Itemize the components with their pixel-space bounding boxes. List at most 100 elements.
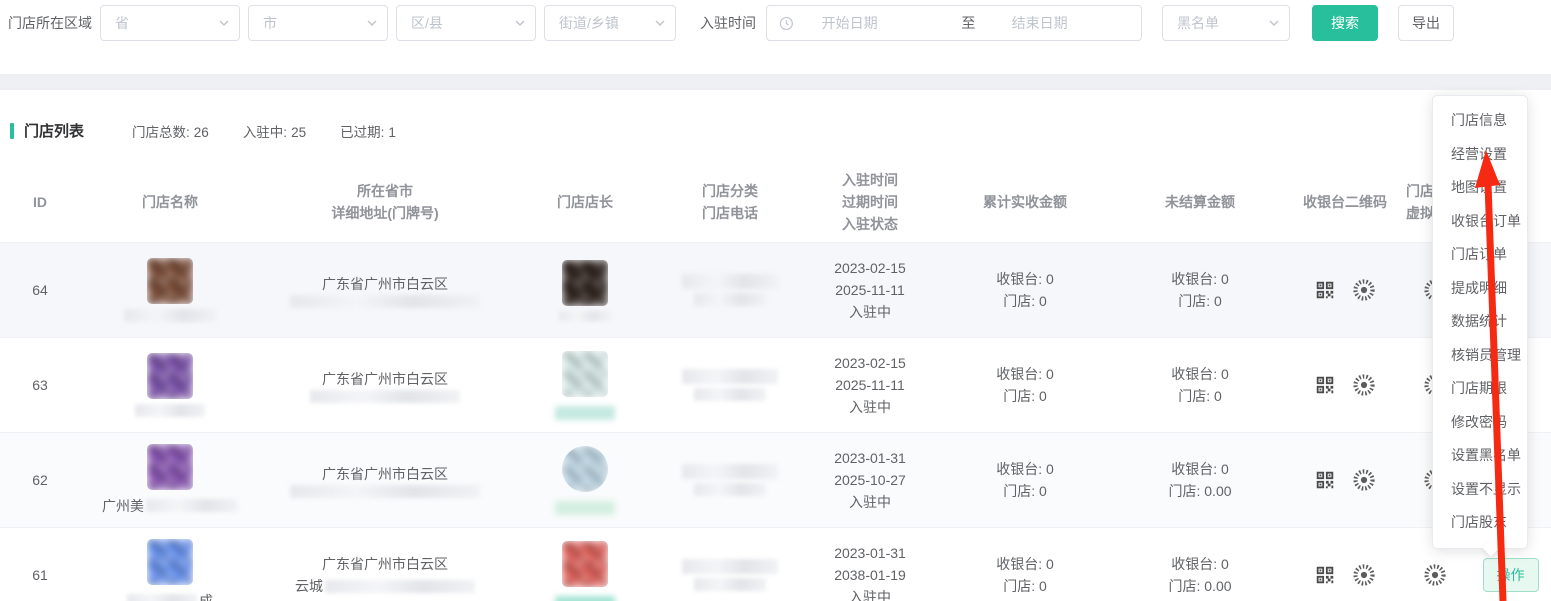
district-select[interactable]: 区/县 xyxy=(396,5,536,41)
cashier-qr-cell xyxy=(1290,468,1400,492)
qr-code-icon[interactable] xyxy=(1314,279,1336,301)
street-select[interactable]: 街道/乡镇 xyxy=(544,5,676,41)
menu-item-commission-detail[interactable]: 提成明细 xyxy=(1433,272,1527,306)
redacted-manager-name xyxy=(555,596,615,601)
row-action-button[interactable]: 操作 xyxy=(1483,558,1539,592)
menu-item-change-password[interactable]: 修改密码 xyxy=(1433,406,1527,440)
table-row: 64 广东省广州市白云区 2023-02-1 xyxy=(0,243,1551,338)
menu-item-business-settings[interactable]: 经营设置 xyxy=(1433,138,1527,172)
chevron-down-icon xyxy=(219,18,229,28)
menu-item-map-settings[interactable]: 地图设置 xyxy=(1433,171,1527,205)
redacted-address xyxy=(290,295,480,308)
end-date-placeholder: 结束日期 xyxy=(1012,13,1129,33)
chevron-down-icon xyxy=(515,18,525,28)
cashier-qr-cell xyxy=(1290,563,1400,587)
store-name-prefix: 广州美 xyxy=(102,495,144,517)
blacklist-placeholder: 黑名单 xyxy=(1177,13,1219,33)
menu-item-store-info[interactable]: 门店信息 xyxy=(1433,104,1527,138)
store-avatar xyxy=(147,353,193,399)
menu-item-store-term[interactable]: 门店期限 xyxy=(1433,372,1527,406)
store-phone-cell xyxy=(660,274,800,306)
menu-item-store-orders[interactable]: 门店订单 xyxy=(1433,238,1527,272)
store-list-panel: 门店列表 门店总数:26 入驻中:25 已过期:1 ID 门店名称 所在省市详细… xyxy=(0,90,1551,601)
store-manager-cell xyxy=(510,541,660,601)
menu-item-set-hidden[interactable]: 设置不显示 xyxy=(1433,473,1527,507)
manager-avatar xyxy=(562,541,608,587)
entry-status-cell: 2023-01-31 2038-01-19 入驻中 xyxy=(800,542,940,601)
search-button[interactable]: 搜索 xyxy=(1312,5,1378,41)
actions-cell: 操作 xyxy=(1470,558,1551,592)
entry-status-cell: 2023-02-15 2025-11-11 入驻中 xyxy=(800,352,940,418)
col-unsettled: 未结算金额 xyxy=(1110,191,1290,213)
accrued-cell: 收银台: 0门店: 0 xyxy=(940,458,1110,502)
clock-icon xyxy=(779,16,794,31)
stat-active: 入驻中:25 xyxy=(243,121,306,141)
store-manager-cell xyxy=(510,260,660,321)
redacted-phone xyxy=(694,388,766,401)
expire-date: 2025-10-27 xyxy=(834,469,906,491)
col-accrued: 累计实收金额 xyxy=(940,191,1110,213)
table-row: 61 成 广东省广州市白云区 云城 2023-0 xyxy=(0,528,1551,601)
status-badge: 入驻中 xyxy=(849,396,891,418)
qr-code-icon[interactable] xyxy=(1314,564,1336,586)
entry-date: 2023-02-15 xyxy=(834,257,906,279)
store-name-cell xyxy=(80,258,260,322)
filter-bar: 门店所在区域 省 市 区/县 街道/乡镇 入驻时间 xyxy=(0,0,1551,74)
date-range-input[interactable]: 开始日期 至 结束日期 xyxy=(766,5,1142,41)
cashier-qr-cell xyxy=(1290,373,1400,397)
region-text: 广东省广州市白云区 xyxy=(322,553,448,575)
table-row: 62 广州美 广东省广州市白云区 2023-0 xyxy=(0,433,1551,528)
menu-item-verifier-manage[interactable]: 核销员管理 xyxy=(1433,339,1527,373)
col-manager: 门店店长 xyxy=(510,191,660,213)
qr-code-icon[interactable] xyxy=(1314,374,1336,396)
menu-item-store-shareholder[interactable]: 门店股东 xyxy=(1433,506,1527,540)
miniprogram-code-icon[interactable] xyxy=(1352,373,1376,397)
store-id: 63 xyxy=(0,374,80,396)
store-manager-cell xyxy=(510,351,660,420)
address-prefix: 云城 xyxy=(295,575,323,597)
col-id: ID xyxy=(0,191,80,213)
col-name: 门店名称 xyxy=(80,191,260,213)
status-badge: 入驻中 xyxy=(849,491,891,513)
entry-date: 2023-02-15 xyxy=(834,352,906,374)
redacted-address xyxy=(290,485,480,498)
city-select[interactable]: 市 xyxy=(248,5,388,41)
store-id: 62 xyxy=(0,469,80,491)
miniprogram-code-icon[interactable] xyxy=(1352,278,1376,302)
table-row: 63 广东省广州市白云区 2023-02-1 xyxy=(0,338,1551,433)
expire-date: 2025-11-11 xyxy=(835,279,905,301)
unsettled-cell: 收银台: 0门店: 0 xyxy=(1110,363,1290,407)
store-name-cell: 广州美 xyxy=(80,444,260,517)
unsettled-cell: 收银台: 0门店: 0.00 xyxy=(1110,458,1290,502)
menu-item-cashier-orders[interactable]: 收银台订单 xyxy=(1433,205,1527,239)
store-phone-cell xyxy=(660,464,800,496)
qr-code-icon[interactable] xyxy=(1314,469,1336,491)
redacted-category xyxy=(682,464,778,479)
redacted-phone xyxy=(694,483,766,496)
chevron-down-icon xyxy=(367,18,377,28)
col-region: 所在省市详细地址(门牌号) xyxy=(260,180,510,224)
export-button[interactable]: 导出 xyxy=(1398,5,1454,41)
store-id: 64 xyxy=(0,279,80,301)
entry-time-label: 入驻时间 xyxy=(700,13,756,33)
redacted-manager-name xyxy=(555,406,615,420)
miniprogram-code-icon[interactable] xyxy=(1423,563,1447,587)
menu-item-data-statistics[interactable]: 数据统计 xyxy=(1433,305,1527,339)
blacklist-select[interactable]: 黑名单 xyxy=(1162,5,1290,41)
unsettled-cell: 收银台: 0门店: 0.00 xyxy=(1110,553,1290,597)
store-avatar xyxy=(147,258,193,304)
miniprogram-code-icon[interactable] xyxy=(1352,468,1376,492)
store-avatar xyxy=(147,444,193,490)
region-text: 广东省广州市白云区 xyxy=(322,273,448,295)
entry-status-cell: 2023-02-15 2025-11-11 入驻中 xyxy=(800,257,940,323)
province-select[interactable]: 省 xyxy=(100,5,240,41)
redacted-store-name xyxy=(124,309,216,322)
redacted-store-name xyxy=(135,404,205,417)
miniprogram-code-icon[interactable] xyxy=(1352,563,1376,587)
region-text: 广东省广州市白云区 xyxy=(322,368,448,390)
list-header: 门店列表 门店总数:26 入驻中:25 已过期:1 xyxy=(0,90,1551,141)
status-badge: 入驻中 xyxy=(849,586,891,601)
table-header-row: ID 门店名称 所在省市详细地址(门牌号) 门店店长 门店分类门店电话 入驻时间… xyxy=(0,161,1551,243)
store-list-page: 门店所在区域 省 市 区/县 街道/乡镇 入驻时间 xyxy=(0,0,1551,601)
menu-item-set-blacklist[interactable]: 设置黑名单 xyxy=(1433,439,1527,473)
